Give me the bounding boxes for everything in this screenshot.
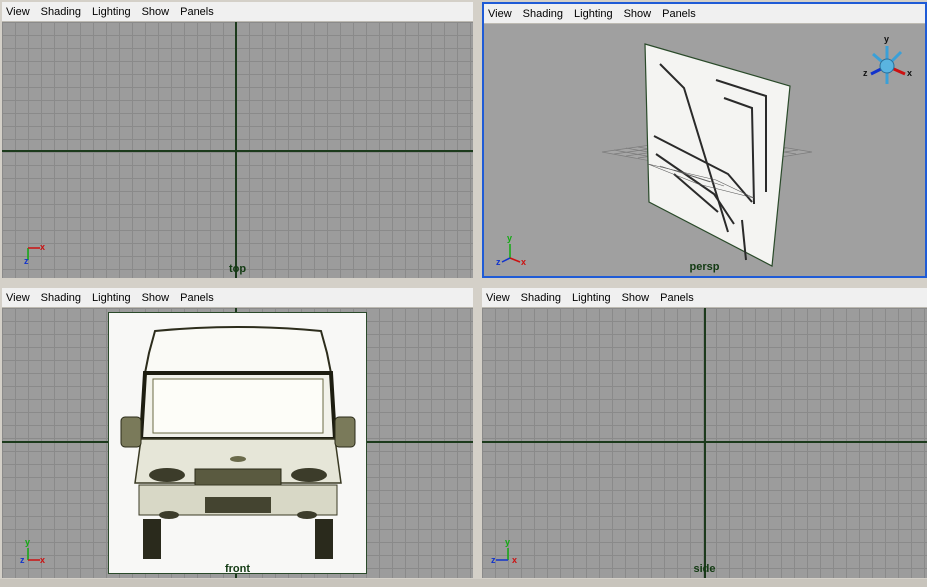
persp-scene	[601, 43, 813, 267]
axis-label-y: y	[505, 537, 511, 547]
grid-axis-vertical	[704, 308, 706, 578]
menu-show[interactable]: Show	[142, 292, 170, 304]
viewport-front[interactable]: y x z front	[2, 308, 473, 578]
panel-menubar: View Shading Lighting Show Panels	[482, 288, 927, 308]
viewport-panel-side[interactable]: View Shading Lighting Show Panels y z x …	[482, 288, 927, 578]
grid-axis-horizontal	[2, 150, 473, 152]
panel-menubar: View Shading Lighting Show Panels	[484, 4, 925, 24]
camera-label: top	[228, 263, 247, 275]
menu-shading[interactable]: Shading	[41, 292, 81, 304]
menu-view[interactable]: View	[488, 8, 512, 20]
menu-view[interactable]: View	[486, 292, 510, 304]
axis-label-z: z	[863, 68, 868, 78]
image-plane[interactable]	[108, 312, 367, 574]
menu-panels[interactable]: Panels	[660, 292, 694, 304]
menu-shading[interactable]: Shading	[521, 292, 561, 304]
viewport-persp[interactable]: y z x y x z persp	[484, 24, 925, 276]
viewport-top[interactable]: x z top	[2, 22, 473, 278]
axis-label-y: y	[25, 537, 31, 547]
view-cube-icon[interactable]: y z x	[861, 34, 915, 90]
panel-menubar: View Shading Lighting Show Panels	[2, 2, 473, 22]
viewport-panel-persp[interactable]: View Shading Lighting Show Panels y z x …	[482, 2, 927, 278]
menu-panels[interactable]: Panels	[180, 292, 214, 304]
menu-shading[interactable]: Shading	[41, 6, 81, 18]
menu-lighting[interactable]: Lighting	[572, 292, 611, 304]
grid-axis-vertical	[235, 22, 237, 278]
menu-panels[interactable]: Panels	[180, 6, 214, 18]
image-plane	[644, 43, 791, 267]
camera-label: side	[693, 563, 716, 575]
menu-view[interactable]: View	[6, 6, 30, 18]
panel-menubar: View Shading Lighting Show Panels	[2, 288, 473, 308]
menu-lighting[interactable]: Lighting	[92, 292, 131, 304]
camera-label: front	[224, 563, 251, 575]
menu-lighting[interactable]: Lighting	[92, 6, 131, 18]
menu-panels[interactable]: Panels	[662, 8, 696, 20]
viewport-panel-top[interactable]: View Shading Lighting Show Panels x z to…	[2, 2, 473, 278]
menu-show[interactable]: Show	[622, 292, 650, 304]
panel-divider[interactable]	[0, 280, 927, 286]
axis-label-y: y	[507, 233, 513, 243]
viewport-side[interactable]: y z x side	[482, 308, 927, 578]
menu-show[interactable]: Show	[142, 6, 170, 18]
camera-label: persp	[689, 261, 720, 273]
van-front-image	[120, 326, 356, 559]
viewport-panel-front[interactable]: View Shading Lighting Show Panels y x z …	[2, 288, 473, 578]
axis-label-x: x	[40, 242, 46, 252]
menu-lighting[interactable]: Lighting	[574, 8, 613, 20]
menu-show[interactable]: Show	[624, 8, 652, 20]
status-bar	[0, 579, 927, 587]
axis-label-x: x	[907, 68, 913, 78]
menu-shading[interactable]: Shading	[523, 8, 563, 20]
menu-view[interactable]: View	[6, 292, 30, 304]
axis-label-y: y	[884, 34, 890, 44]
